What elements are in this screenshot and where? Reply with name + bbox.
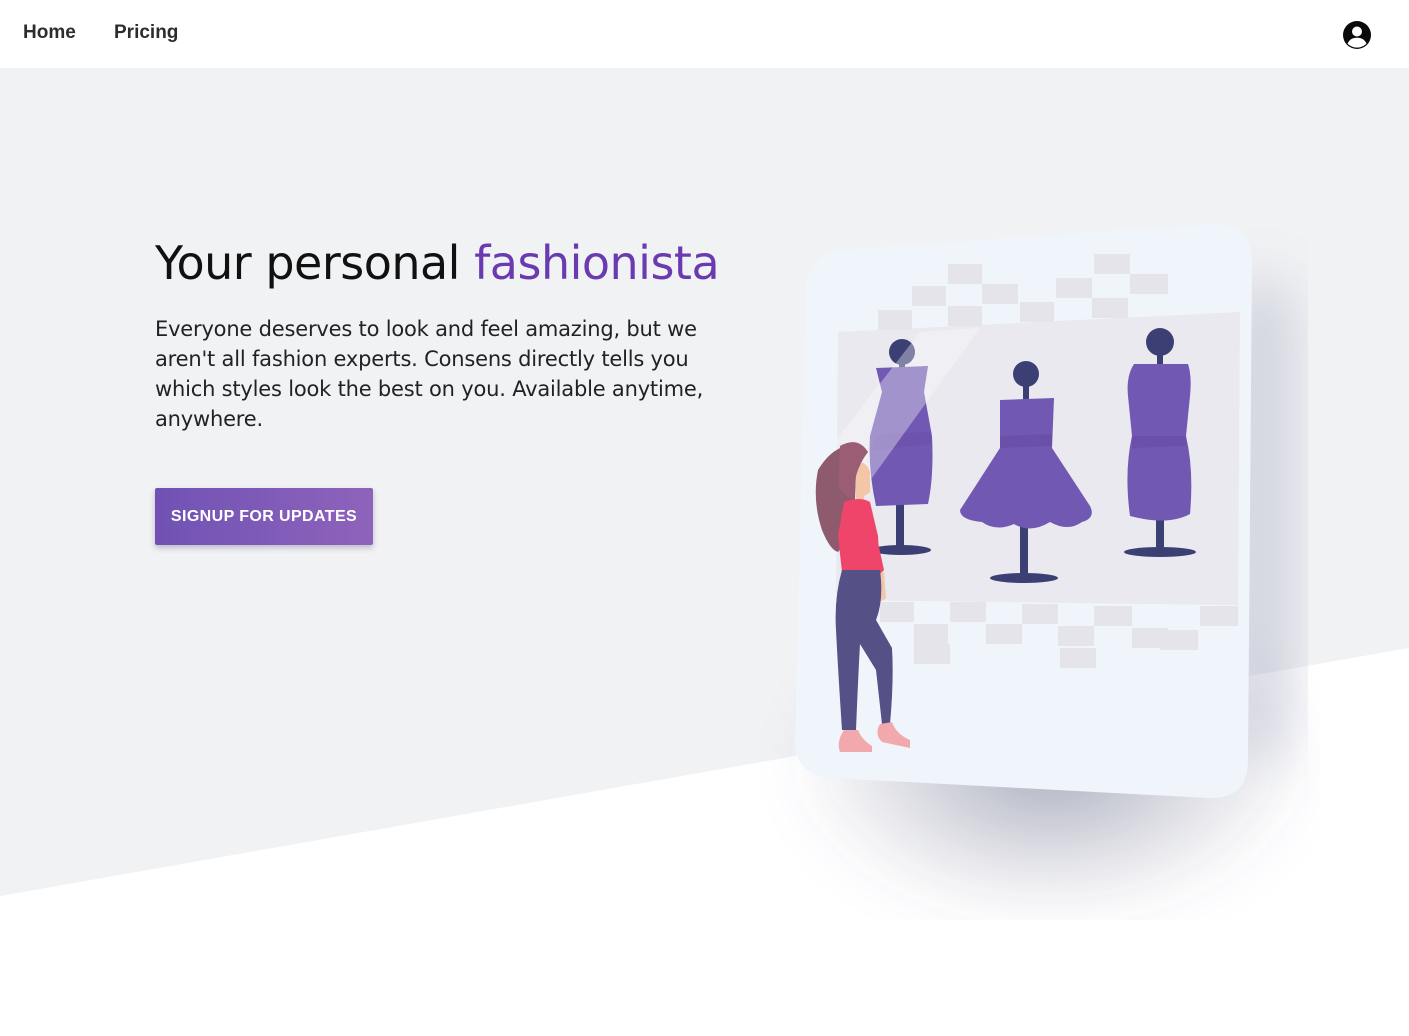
hero-title-prefix: Your personal — [155, 236, 475, 290]
nav-pricing-link[interactable]: Pricing — [114, 22, 178, 44]
nav-home-link[interactable]: Home — [23, 22, 76, 44]
hero-title: Your personal fashionista — [155, 232, 755, 294]
hero-title-accent: fashionista — [474, 236, 720, 290]
hero-text-block: Your personal fashionista Everyone deser… — [155, 232, 755, 434]
fashion-illustration — [790, 223, 1310, 920]
hero-description: Everyone deserves to look and feel amazi… — [155, 317, 704, 431]
top-navigation: Home Pricing — [0, 0, 1409, 68]
signup-for-updates-button[interactable]: SIGNUP FOR UPDATES — [155, 488, 373, 545]
account-circle-icon — [1343, 21, 1371, 49]
account-button[interactable] — [1341, 19, 1373, 51]
